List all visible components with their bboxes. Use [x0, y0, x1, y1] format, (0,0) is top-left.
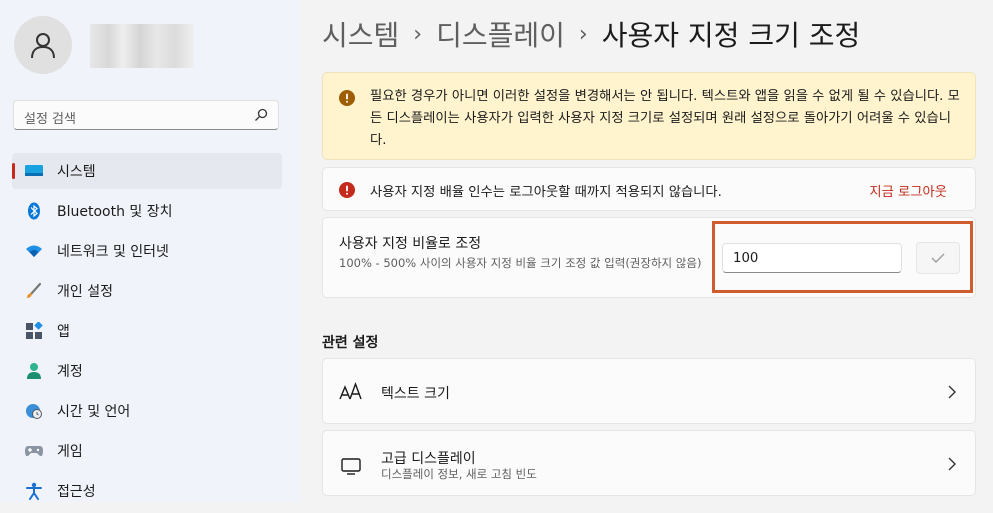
sidebar-item-label: 시간 및 언어 [57, 404, 131, 420]
text-size-title: 텍스트 크기 [381, 386, 450, 402]
globe-clock-icon [24, 401, 44, 421]
sidebar-item-network[interactable]: 네트워크 및 인터넷 [12, 233, 282, 269]
apply-button[interactable] [916, 242, 960, 274]
sidebar-item-label: Bluetooth 및 장치 [57, 204, 173, 220]
wifi-icon [24, 241, 44, 261]
avatar[interactable] [14, 16, 72, 74]
sidebar-item-personalization[interactable]: 개인 설정 [12, 273, 282, 309]
warning-banner: 필요한 경우가 아니면 이러한 설정을 변경해서는 안 됩니다. 텍스트와 앱을… [322, 72, 976, 160]
breadcrumb-separator: › [578, 21, 588, 47]
active-indicator [12, 163, 15, 179]
sidebar-item-system[interactable]: 시스템 [12, 153, 282, 189]
apps-icon [24, 321, 44, 341]
chevron-right-icon [948, 385, 956, 399]
sidebar-item-label: 개인 설정 [57, 284, 113, 300]
search-input[interactable]: 설정 검색 [24, 108, 76, 127]
gamepad-icon [24, 441, 44, 461]
account-icon [24, 361, 44, 381]
breadcrumb: 시스템 › 디스플레이 › 사용자 지정 크기 조정 [322, 14, 860, 54]
logout-notice: 사용자 지정 배율 인수는 로그아웃할 때까지 적용되지 않습니다. 지금 로그… [322, 167, 976, 211]
custom-scale-description: 100% - 500% 사이의 사용자 지정 비율 크기 조정 값 입력(권장하… [339, 256, 702, 270]
related-settings-heading: 관련 설정 [322, 335, 379, 351]
accessibility-icon [24, 481, 44, 501]
sidebar-item-gaming[interactable]: 게임 [12, 433, 282, 469]
sidebar-item-label: 시스템 [57, 164, 96, 180]
breadcrumb-separator: › [413, 21, 423, 47]
logout-notice-text: 사용자 지정 배율 인수는 로그아웃할 때까지 적용되지 않습니다. [370, 185, 722, 200]
user-icon [31, 33, 55, 59]
sidebar-item-label: 네트워크 및 인터넷 [57, 244, 169, 260]
brush-icon [24, 281, 44, 301]
sidebar-item-label: 앱 [57, 324, 70, 340]
sidebar-item-label: 계정 [57, 364, 83, 380]
sidebar-item-label: 접근성 [57, 484, 96, 500]
sidebar-item-apps[interactable]: 앱 [12, 313, 282, 349]
checkmark-icon [931, 253, 945, 263]
search-icon[interactable] [254, 108, 268, 122]
advanced-display-title: 고급 디스플레이 [381, 451, 476, 467]
sidebar: 설정 검색 시스템 Bluetooth 및 장치 네트워크 및 인터넷 개인 설… [0, 0, 300, 502]
sidebar-item-accessibility[interactable]: 접근성 [12, 473, 282, 509]
monitor-icon [24, 161, 44, 181]
breadcrumb-display[interactable]: 디스플레이 [436, 14, 565, 54]
warning-icon [339, 90, 355, 106]
warning-text: 필요한 경우가 아니면 이러한 설정을 변경해서는 안 됩니다. 텍스트와 앱을… [370, 89, 960, 148]
advanced-display-subtitle: 디스플레이 정보, 새로 고침 빈도 [381, 467, 537, 481]
text-size-icon [339, 381, 362, 400]
sidebar-item-accounts[interactable]: 계정 [12, 353, 282, 389]
sidebar-item-label: 게임 [57, 444, 83, 460]
text-size-link[interactable]: 텍스트 크기 [322, 358, 976, 424]
sidebar-item-bluetooth[interactable]: Bluetooth 및 장치 [12, 193, 282, 229]
chevron-right-icon [948, 457, 956, 471]
sidebar-item-time-language[interactable]: 시간 및 언어 [12, 393, 282, 429]
scale-value-input[interactable] [722, 243, 902, 273]
custom-scale-title: 사용자 지정 비율로 조정 [339, 236, 482, 252]
nav-list: 시스템 Bluetooth 및 장치 네트워크 및 인터넷 개인 설정 앱 계정… [12, 153, 282, 513]
search-box[interactable]: 설정 검색 [13, 100, 279, 130]
advanced-display-link[interactable]: 고급 디스플레이 디스플레이 정보, 새로 고침 빈도 [322, 430, 976, 496]
breadcrumb-system[interactable]: 시스템 [322, 14, 399, 54]
logout-now-link[interactable]: 지금 로그아웃 [869, 181, 947, 200]
bluetooth-icon [24, 201, 44, 221]
monitor-outline-icon [341, 458, 361, 475]
page-title: 사용자 지정 크기 조정 [601, 19, 861, 52]
user-name-redacted [90, 24, 194, 68]
error-icon [339, 182, 355, 198]
